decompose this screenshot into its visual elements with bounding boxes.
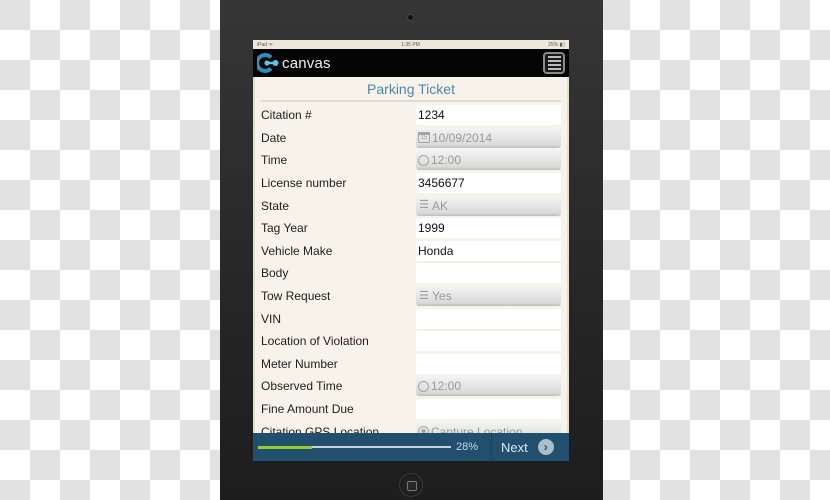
- form-row: Body: [261, 262, 561, 285]
- clock-icon: [418, 380, 429, 392]
- app-logo: canvas: [257, 53, 331, 73]
- select-picker[interactable]: ☰ AK: [416, 195, 561, 216]
- text-field[interactable]: [416, 331, 561, 352]
- field-label: Observed Time: [261, 379, 343, 394]
- bottom-bar: 28% Next ›: [253, 433, 569, 461]
- form-row: Observed Time 12:00: [261, 375, 561, 398]
- tablet-device: iPad ᯤ 1:35 PM 25% ▮▯ canvas Parking Tic…: [220, 0, 603, 500]
- status-carrier: iPad ᯤ: [257, 41, 273, 48]
- field-label: Tow Request: [261, 289, 331, 304]
- calendar-icon: 15: [418, 132, 430, 144]
- next-button-label: Next: [501, 439, 528, 455]
- field-label: State: [261, 198, 290, 213]
- field-label: Meter Number: [261, 356, 338, 371]
- field-label: Vehicle Make: [261, 243, 333, 258]
- text-field[interactable]: 3456677: [416, 173, 561, 194]
- field-value: Yes: [432, 289, 452, 304]
- form-row: Tow Request ☰ Yes: [261, 285, 561, 308]
- form-row: Citation # 1234: [261, 104, 561, 127]
- form-row: VIN: [261, 307, 561, 330]
- field-label: Citation #: [261, 108, 312, 123]
- field-label: Time: [261, 153, 288, 168]
- hamburger-menu-icon: [547, 56, 561, 58]
- text-field[interactable]: Honda: [416, 240, 561, 261]
- camera-icon: [407, 14, 414, 21]
- field-value: 1234: [418, 108, 445, 123]
- form-row: Location of Violation: [261, 330, 561, 353]
- clock-icon: [418, 154, 429, 166]
- status-bar: iPad ᯤ 1:35 PM 25% ▮▯: [253, 40, 569, 49]
- hamburger-line: [547, 60, 561, 62]
- field-value: 1999: [418, 221, 445, 236]
- field-value: 3456677: [418, 176, 465, 191]
- progress-label: 28%: [456, 441, 479, 453]
- status-battery: 25% ▮▯: [548, 41, 565, 48]
- date-picker[interactable]: 15 10/09/2014: [416, 127, 561, 148]
- select-picker[interactable]: ☰ Yes: [416, 286, 561, 307]
- progress-bar: [258, 445, 451, 449]
- screen: iPad ᯤ 1:35 PM 25% ▮▯ canvas Parking Tic…: [253, 40, 569, 461]
- field-value: 12:00: [431, 153, 462, 168]
- field-value: 12:00: [431, 379, 462, 394]
- field-label: Date: [261, 130, 287, 145]
- text-field[interactable]: [416, 308, 561, 329]
- form-row: Date 15 10/09/2014: [261, 127, 561, 150]
- home-button[interactable]: [399, 473, 423, 497]
- field-label: Tag Year: [261, 221, 308, 236]
- form-row: Vehicle Make Honda: [261, 240, 561, 263]
- progress-fill: [258, 445, 313, 449]
- list-icon: ☰: [419, 199, 429, 212]
- progress-section: 28%: [253, 441, 491, 453]
- canvas-logo-icon: [257, 53, 279, 73]
- field-label: VIN: [261, 311, 282, 326]
- text-field[interactable]: [416, 399, 561, 420]
- next-button[interactable]: Next ›: [491, 433, 569, 461]
- form-row: State ☰ AK: [261, 194, 561, 217]
- field-value: Honda: [418, 243, 454, 258]
- hamburger-line: [547, 64, 561, 66]
- form-row: Fine Amount Due: [261, 398, 561, 421]
- form-row: Tag Year 1999: [261, 217, 561, 240]
- field-label: Body: [261, 266, 289, 281]
- form-rows: Citation # 1234 Date 15 10/09/2014 Time 12:00 L…: [255, 102, 567, 443]
- field-label: License number: [261, 176, 347, 191]
- time-picker[interactable]: 12:00: [416, 376, 561, 397]
- time-picker[interactable]: 12:00: [416, 150, 561, 171]
- status-time: 1:35 PM: [401, 41, 420, 48]
- text-field[interactable]: 1999: [416, 218, 561, 239]
- field-value: 10/09/2014: [432, 130, 493, 145]
- form-title: Parking Ticket: [261, 77, 561, 102]
- text-field[interactable]: [416, 263, 561, 284]
- field-label: Fine Amount Due: [261, 402, 354, 417]
- text-field[interactable]: [416, 353, 561, 374]
- chevron-right-circle-icon: ›: [537, 439, 554, 455]
- list-icon: ☰: [419, 289, 429, 302]
- form-area: Parking Ticket Citation # 1234 Date 15 10/09…: [253, 77, 569, 442]
- app-header: canvas: [253, 49, 569, 77]
- menu-button[interactable]: [543, 52, 565, 74]
- app-brand-name: canvas: [282, 54, 331, 72]
- field-value: AK: [432, 198, 449, 213]
- hamburger-line: [547, 68, 561, 70]
- form-row: License number 3456677: [261, 172, 561, 195]
- text-field[interactable]: 1234: [416, 105, 561, 126]
- field-label: Location of Violation: [261, 334, 369, 349]
- form-row: Meter Number: [261, 353, 561, 376]
- form-row: Time 12:00: [261, 149, 561, 172]
